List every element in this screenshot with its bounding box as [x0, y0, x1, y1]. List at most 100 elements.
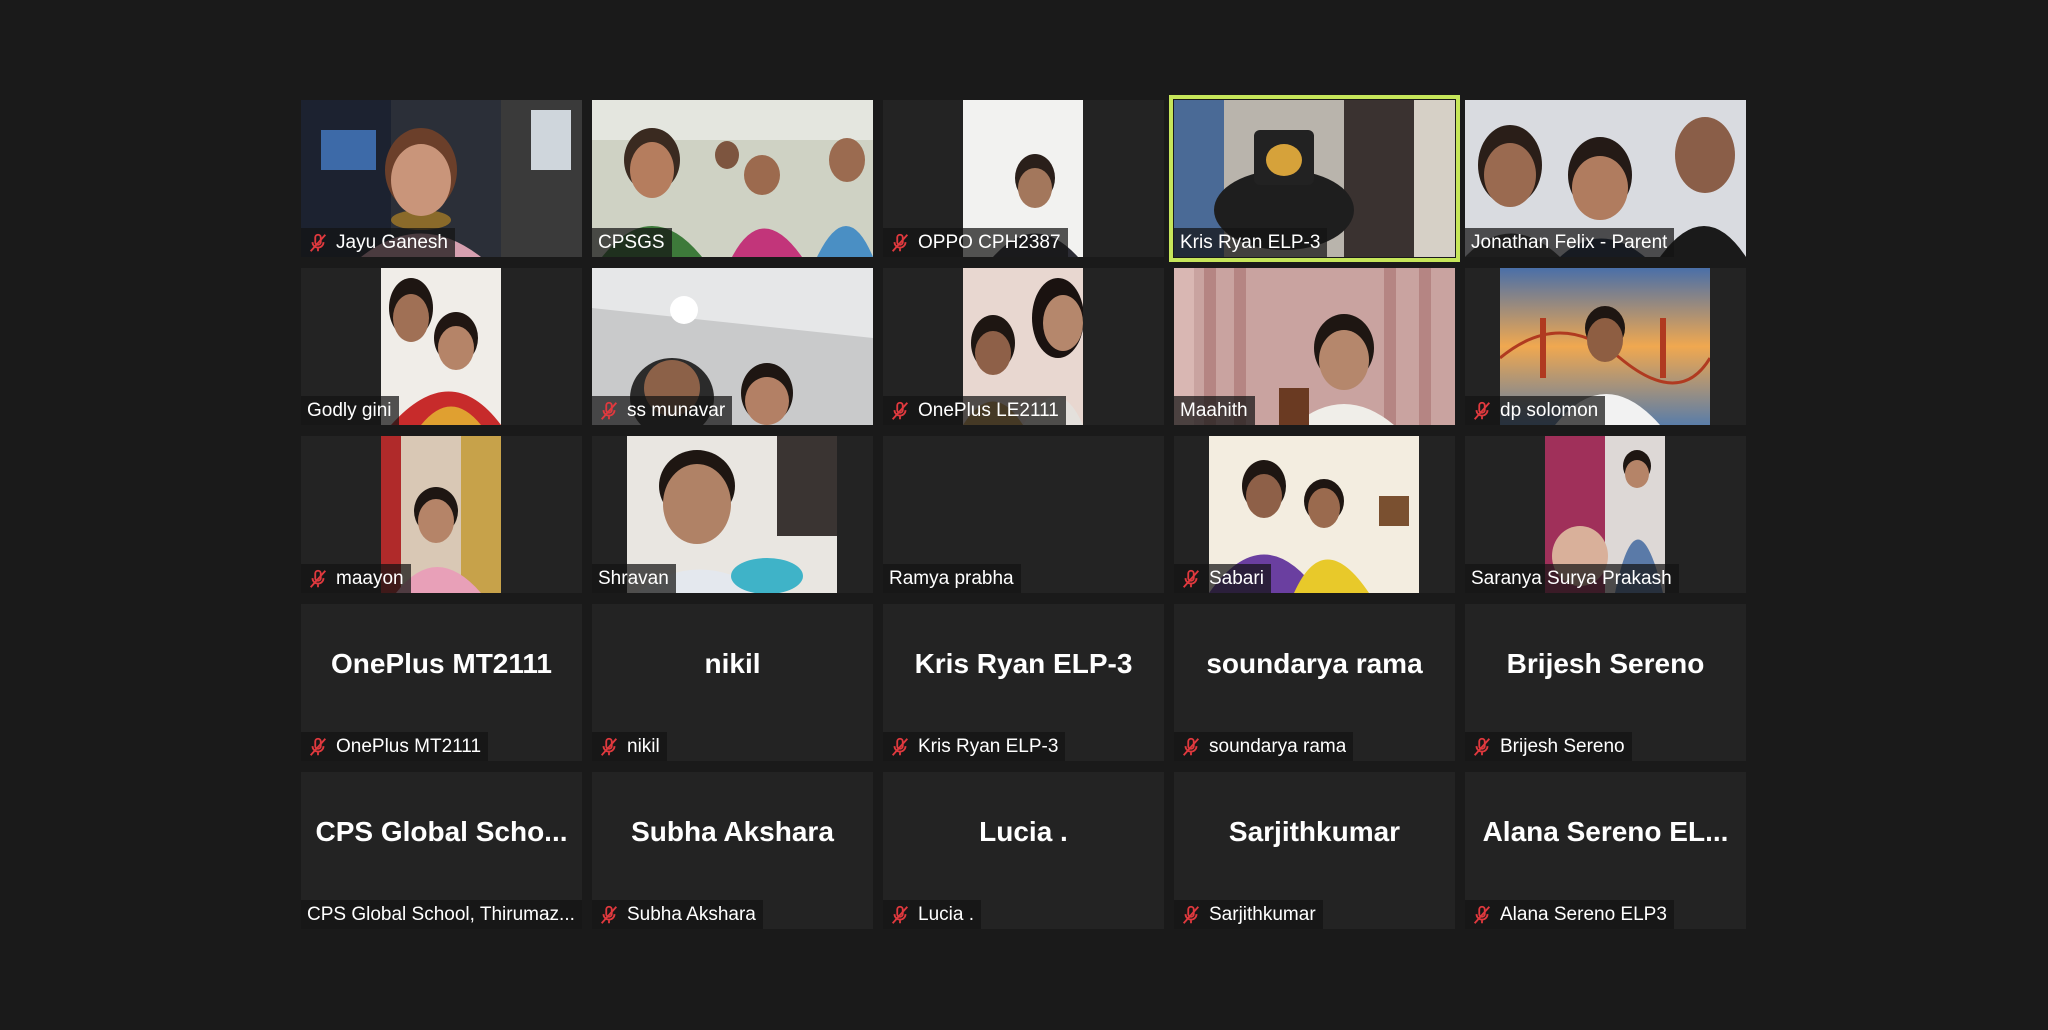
participant-tile[interactable]: OnePlus LE2111: [883, 268, 1164, 425]
participant-tile[interactable]: Maahith: [1174, 268, 1455, 425]
participant-name-label: ss munavar: [592, 396, 733, 425]
participant-name-label: CPSGS: [592, 228, 672, 257]
video-feed: [381, 268, 501, 425]
participant-tile[interactable]: soundarya rama soundarya rama: [1174, 604, 1455, 761]
participant-tile[interactable]: Jonathan Felix - Parent: [1465, 100, 1746, 257]
participant-tile[interactable]: OPPO CPH2387: [883, 100, 1164, 257]
participant-name-label: OPPO CPH2387: [883, 228, 1068, 257]
participant-name-label: Alana Sereno ELP3: [1465, 900, 1674, 929]
participant-name-label: Kris Ryan ELP-3: [883, 732, 1066, 761]
participant-name: Alana Sereno ELP3: [1500, 903, 1667, 925]
participant-display-name: Subha Akshara: [631, 816, 834, 847]
mic-muted-icon: [600, 905, 618, 924]
participant-tile[interactable]: CPSGS: [592, 100, 873, 257]
participant-name-label: OnePlus MT2111: [301, 732, 489, 761]
participant-tile[interactable]: Kris Ryan ELP-3 Kris Ryan ELP-3: [883, 604, 1164, 761]
participant-name: Shravan: [598, 567, 669, 589]
participant-name: Maahith: [1180, 399, 1248, 421]
participant-name: CPSGS: [598, 231, 665, 253]
participant-name: Subha Akshara: [627, 903, 756, 925]
participant-name-label: dp solomon: [1465, 396, 1606, 425]
participant-name: Sarjithkumar: [1209, 903, 1316, 925]
participant-name: Lucia .: [918, 903, 974, 925]
participant-name-label: Sabari: [1174, 564, 1271, 593]
participant-display-name: soundarya rama: [1206, 648, 1423, 679]
participant-name: maayon: [336, 567, 404, 589]
participant-tile[interactable]: Saranya Surya Prakash: [1465, 436, 1746, 593]
participant-display-name: Lucia .: [979, 816, 1068, 847]
participant-name: CPS Global School, Thirumaz...: [307, 903, 575, 925]
mic-muted-icon: [600, 401, 618, 420]
participant-name-label: Kris Ryan ELP-3: [1174, 228, 1328, 257]
participant-name: OnePlus LE2111: [918, 399, 1059, 421]
participant-name: Sabari: [1209, 567, 1264, 589]
participant-name-label: Godly gini: [301, 396, 399, 425]
participant-tile[interactable]: Lucia . Lucia .: [883, 772, 1164, 929]
participant-name: ss munavar: [627, 399, 726, 421]
mic-muted-icon: [1473, 905, 1491, 924]
mic-muted-icon: [1473, 401, 1491, 420]
participant-display-name: nikil: [704, 648, 761, 679]
participant-name-label: Jonathan Felix - Parent: [1465, 228, 1675, 257]
participant-name: soundarya rama: [1209, 735, 1347, 757]
participant-name-label: Saranya Surya Prakash: [1465, 564, 1679, 593]
participant-name-label: Ramya prabha: [883, 564, 1021, 593]
participant-tile[interactable]: Shravan: [592, 436, 873, 593]
participant-name-label: Jayu Ganesh: [301, 228, 455, 257]
participant-display-name: Alana Sereno EL...: [1482, 816, 1729, 847]
participant-name-label: Brijesh Sereno: [1465, 732, 1632, 761]
mic-muted-icon: [891, 905, 909, 924]
participant-name: Jayu Ganesh: [336, 231, 448, 253]
participant-tile[interactable]: Jayu Ganesh: [301, 100, 582, 257]
mic-muted-icon: [891, 233, 909, 252]
participant-name-label: OnePlus LE2111: [883, 396, 1066, 425]
participant-grid: Jayu Ganesh CPSGS OPPO CPH2387 Kris Ryan…: [301, 95, 1747, 929]
meeting-gallery-view: Jayu Ganesh CPSGS OPPO CPH2387 Kris Ryan…: [0, 0, 2048, 1030]
participant-tile[interactable]: Sarjithkumar Sarjithkumar: [1174, 772, 1455, 929]
participant-display-name: Brijesh Sereno: [1506, 648, 1705, 679]
participant-name: Ramya prabha: [889, 567, 1014, 589]
mic-muted-icon: [309, 569, 327, 588]
participant-tile[interactable]: Godly gini: [301, 268, 582, 425]
participant-tile[interactable]: Brijesh Sereno Brijesh Sereno: [1465, 604, 1746, 761]
mic-muted-icon: [1182, 905, 1200, 924]
participant-name-label: Subha Akshara: [592, 900, 763, 929]
participant-name-label: CPS Global School, Thirumaz...: [301, 900, 582, 929]
participant-display-name: Kris Ryan ELP-3: [914, 648, 1133, 679]
participant-tile[interactable]: OnePlus MT2111 OnePlus MT2111: [301, 604, 582, 761]
participant-name: Kris Ryan ELP-3: [1180, 231, 1321, 253]
participant-tile[interactable]: dp solomon: [1465, 268, 1746, 425]
participant-display-name: OnePlus MT2111: [331, 648, 552, 679]
mic-muted-icon: [1182, 737, 1200, 756]
participant-tile[interactable]: CPS Global Scho... CPS Global School, Th…: [301, 772, 582, 929]
participant-name-label: nikil: [592, 732, 667, 761]
participant-name: OnePlus MT2111: [336, 735, 482, 757]
participant-tile[interactable]: ss munavar: [592, 268, 873, 425]
mic-muted-icon: [309, 233, 327, 252]
participant-tile[interactable]: Ramya prabha: [883, 436, 1164, 593]
participant-tile[interactable]: Subha Akshara Subha Akshara: [592, 772, 873, 929]
mic-muted-icon: [309, 737, 327, 756]
mic-muted-icon: [1473, 737, 1491, 756]
mic-muted-icon: [891, 737, 909, 756]
participant-name-label: soundarya rama: [1174, 732, 1354, 761]
participant-name: Godly gini: [307, 399, 392, 421]
mic-muted-icon: [600, 737, 618, 756]
participant-tile[interactable]: Sabari: [1174, 436, 1455, 593]
participant-name-label: Shravan: [592, 564, 676, 593]
mic-muted-icon: [891, 401, 909, 420]
participant-name: Jonathan Felix - Parent: [1471, 231, 1668, 253]
participant-name-label: maayon: [301, 564, 411, 593]
participant-tile[interactable]: nikil nikil: [592, 604, 873, 761]
participant-name: Brijesh Sereno: [1500, 735, 1625, 757]
participant-name: Saranya Surya Prakash: [1471, 567, 1672, 589]
participant-name-label: Lucia .: [883, 900, 981, 929]
participant-name: Kris Ryan ELP-3: [918, 735, 1059, 757]
participant-name-label: Sarjithkumar: [1174, 900, 1323, 929]
participant-tile[interactable]: Alana Sereno EL... Alana Sereno ELP3: [1465, 772, 1746, 929]
mic-muted-icon: [1182, 569, 1200, 588]
participant-tile[interactable]: maayon: [301, 436, 582, 593]
participant-tile-active-speaker[interactable]: Kris Ryan ELP-3: [1169, 95, 1460, 262]
participant-name-label: Maahith: [1174, 396, 1255, 425]
participant-name: dp solomon: [1500, 399, 1599, 421]
